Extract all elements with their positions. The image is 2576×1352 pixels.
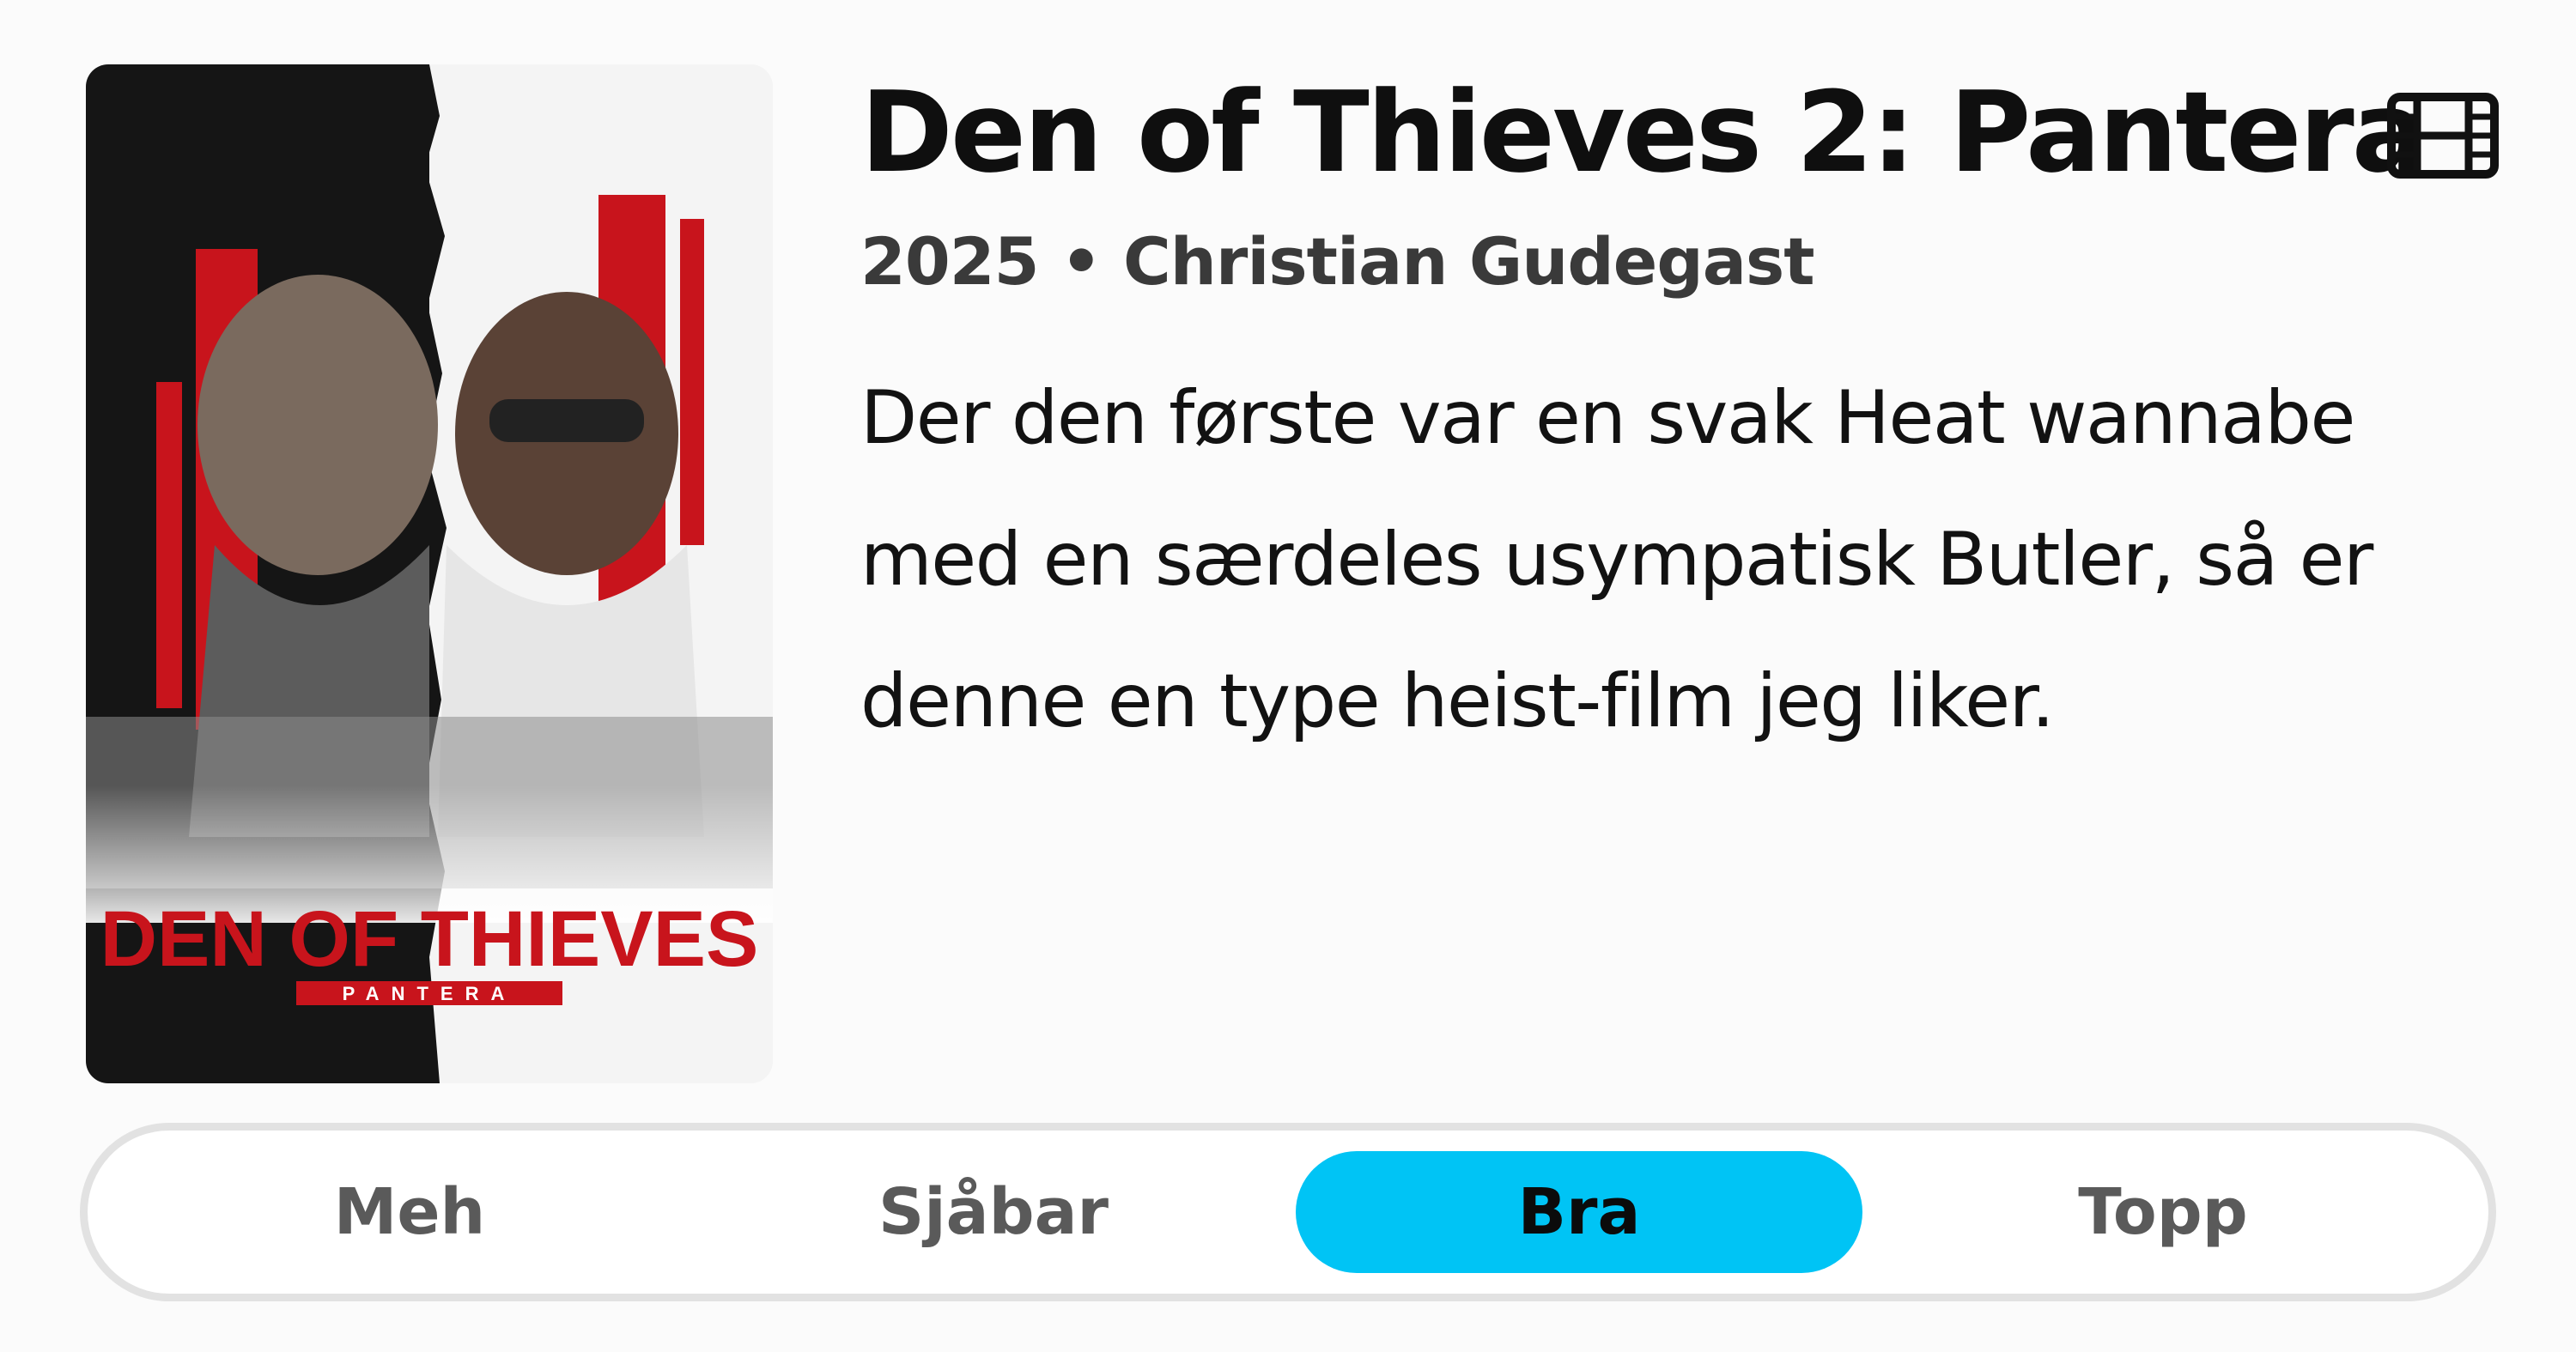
movie-review-card: DEN OF THIEVES PANTERA Den of Thieves 2:… (0, 0, 2576, 1352)
poster-logo-title: DEN OF THIEVES (100, 895, 759, 983)
review-text: Der den første var en svak Heat wannabe … (860, 375, 2373, 744)
movie-year-director: 2025 • Christian Gudegast (860, 223, 1815, 300)
rating-selector: Meh Sjåbar Bra Topp (80, 1123, 2496, 1301)
movie-poster: DEN OF THIEVES PANTERA (86, 64, 773, 1083)
rating-option-meh[interactable]: Meh (126, 1151, 693, 1273)
film-icon (2387, 93, 2499, 179)
rating-option-bra[interactable]: Bra (1296, 1151, 1862, 1273)
poster-logo-subtitle: PANTERA (343, 983, 517, 1004)
poster-artwork: DEN OF THIEVES PANTERA (86, 64, 773, 1083)
movie-title: Den of Thieves 2: Pantera (860, 67, 2427, 197)
rating-option-topp[interactable]: Topp (1880, 1151, 2446, 1273)
rating-option-sjabar[interactable]: Sjåbar (710, 1151, 1277, 1273)
